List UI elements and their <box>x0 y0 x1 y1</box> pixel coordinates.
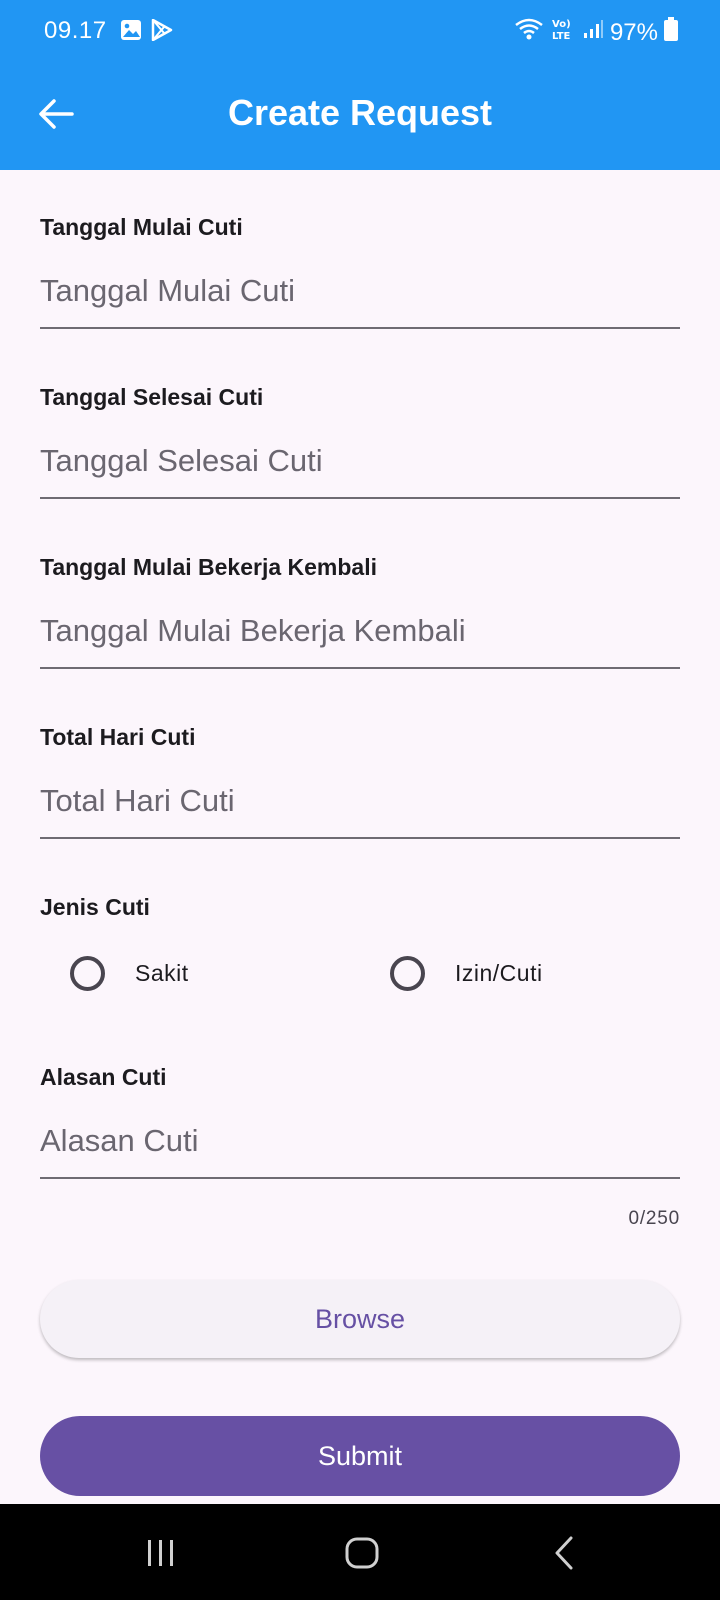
home-button[interactable] <box>332 1528 392 1578</box>
radio-label-izin-cuti: Izin/Cuti <box>455 959 543 986</box>
back-nav-icon <box>555 1536 573 1570</box>
start-date-field: Tanggal Mulai Cuti <box>40 214 680 329</box>
radio-option-sakit[interactable]: Sakit <box>70 948 189 998</box>
toolbar: Create Request <box>0 62 720 170</box>
reason-char-counter: 0/250 <box>628 1208 680 1229</box>
total-days-input[interactable] <box>40 765 680 839</box>
play-store-icon <box>150 18 174 48</box>
start-date-input[interactable] <box>40 255 680 329</box>
battery-percent: 97% <box>609 18 658 46</box>
radio-option-izin-cuti[interactable]: Izin/Cuti <box>390 948 543 998</box>
radio-button-icon[interactable] <box>70 955 105 991</box>
leave-type-radio-group: Sakit Izin/Cuti <box>0 948 720 998</box>
reason-input[interactable] <box>40 1105 680 1179</box>
total-days-field: Total Hari Cuti <box>40 724 680 839</box>
page-title: Create Request <box>227 92 493 133</box>
return-date-field: Tanggal Mulai Bekerja Kembali <box>40 554 680 669</box>
app-bar: 09.17 Vo) LTE 97% Create Request <box>0 0 720 170</box>
reason-label: Alasan Cuti <box>40 1064 167 1090</box>
recent-apps-button[interactable] <box>131 1528 191 1578</box>
end-date-field: Tanggal Selesai Cuti <box>40 384 680 499</box>
status-right-group: Vo) LTE 97% <box>514 16 678 49</box>
svg-text:LTE: LTE <box>552 31 571 42</box>
leave-type-label: Jenis Cuti <box>40 894 150 920</box>
return-date-input[interactable] <box>40 595 680 669</box>
radio-label-sakit: Sakit <box>135 959 189 986</box>
leave-type-field: Jenis Cuti <box>40 894 680 921</box>
home-icon <box>345 1537 379 1569</box>
browse-button[interactable]: Browse <box>40 1280 680 1358</box>
gallery-icon <box>120 19 142 48</box>
wifi-icon <box>514 17 544 48</box>
volte-icon: Vo) LTE <box>550 16 576 49</box>
start-date-label: Tanggal Mulai Cuti <box>40 214 243 240</box>
radio-button-icon[interactable] <box>390 955 425 991</box>
back-nav-button[interactable] <box>534 1528 594 1578</box>
submit-button[interactable]: Submit <box>40 1416 680 1496</box>
status-time: 09.17 <box>44 17 107 44</box>
battery-icon <box>664 17 678 48</box>
signal-icon <box>582 18 604 47</box>
svg-text:Vo): Vo) <box>552 19 571 30</box>
return-date-label: Tanggal Mulai Bekerja Kembali <box>40 554 378 580</box>
end-date-input[interactable] <box>40 425 680 499</box>
status-bar: 09.17 Vo) LTE 97% <box>0 0 720 62</box>
reason-field: Alasan Cuti <box>40 1064 680 1179</box>
recent-apps-icon <box>148 1540 173 1566</box>
end-date-label: Tanggal Selesai Cuti <box>40 384 264 410</box>
total-days-label: Total Hari Cuti <box>40 724 196 750</box>
system-nav-bar <box>0 1504 720 1600</box>
